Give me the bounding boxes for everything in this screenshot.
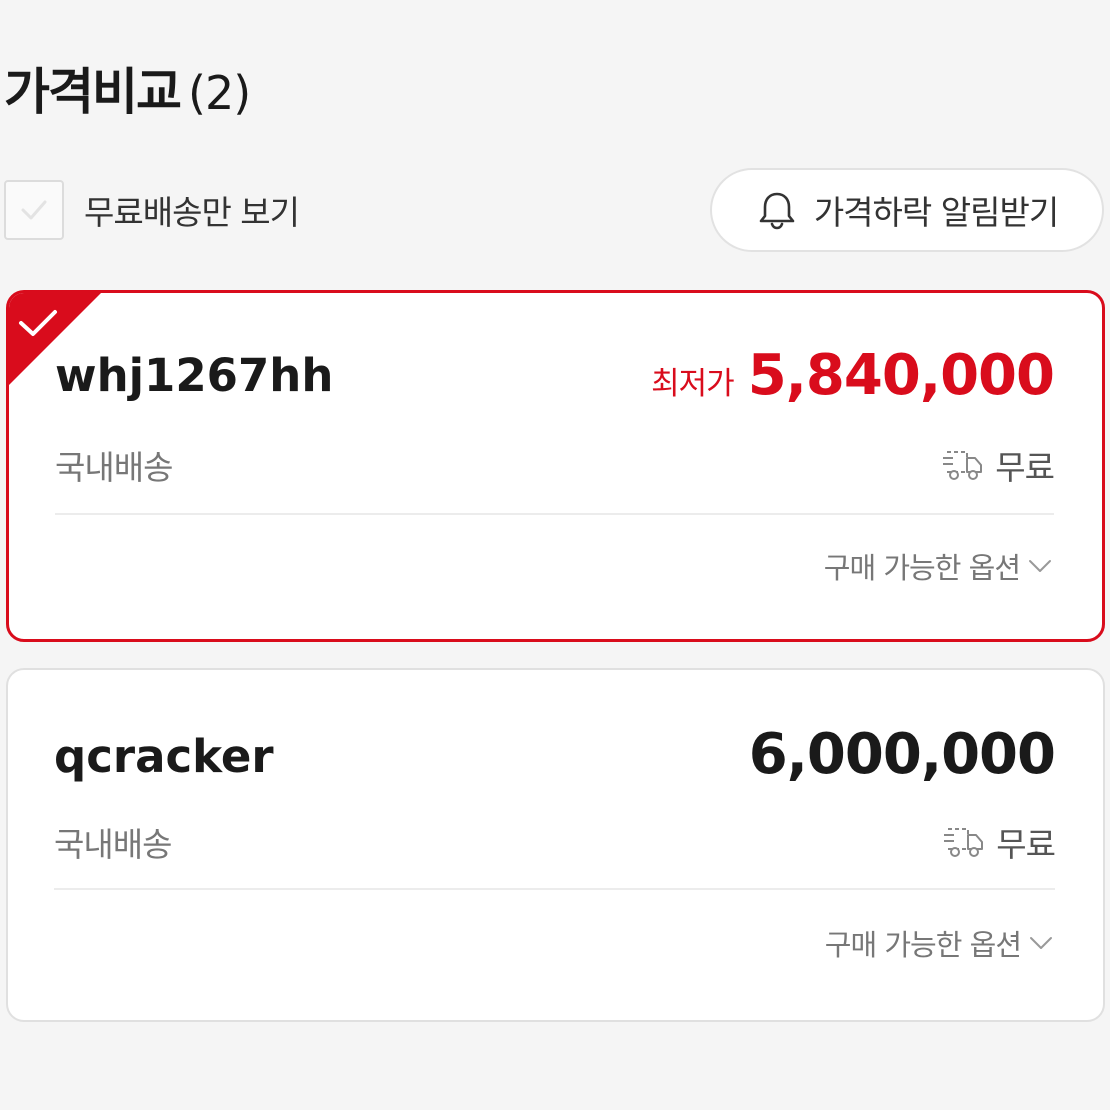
price-drop-alert-label: 가격하락 알림받기 — [813, 193, 1059, 232]
price-value: 5,840,000 — [747, 343, 1055, 408]
shipping-type: 국내배송 — [55, 448, 173, 487]
price-group: 최저가 5,840,000 — [651, 343, 1055, 408]
truck-icon — [942, 825, 986, 859]
title-text: 가격비교 — [4, 63, 182, 121]
filter-row: 무료배송만 보기 가격하락 알림받기 — [4, 168, 1106, 254]
shipping-fee: 무료 — [941, 441, 1055, 489]
lowest-price-label: 최저가 — [651, 366, 735, 402]
divider — [55, 513, 1054, 515]
seller-name[interactable]: whj1267hh — [55, 349, 333, 402]
seller-name[interactable]: qcracker — [54, 730, 274, 783]
price-drop-alert-button[interactable]: 가격하락 알림받기 — [710, 168, 1104, 252]
free-shipping-filter[interactable]: 무료배송만 보기 — [4, 180, 300, 240]
price-value: 6,000,000 — [748, 722, 1056, 787]
truck-icon — [941, 448, 985, 482]
check-icon — [21, 200, 47, 220]
page-title: 가격비교 (2) — [4, 52, 251, 122]
price-group: 6,000,000 — [748, 722, 1056, 787]
chevron-down-icon — [1027, 929, 1055, 957]
divider — [54, 888, 1055, 890]
bell-icon — [756, 189, 798, 231]
shipping-fee: 무료 — [942, 818, 1056, 866]
free-shipping-label: 무료배송만 보기 — [84, 193, 300, 232]
offer-card[interactable]: qcracker 6,000,000 국내배송 무료 구매 가능한 옵션 — [6, 668, 1105, 1022]
price-compare-page: 가격비교 (2) 무료배송만 보기 가격하락 알림받기 whj1267hh 최저… — [0, 0, 1110, 1110]
free-shipping-checkbox[interactable] — [4, 180, 64, 240]
shipping-fee-label: 무료 — [996, 825, 1056, 864]
shipping-fee-label: 무료 — [995, 448, 1055, 487]
available-options-toggle[interactable]: 구매 가능한 옵션 — [825, 922, 1055, 964]
available-options-label: 구매 가능한 옵션 — [824, 928, 1022, 962]
shipping-type: 국내배송 — [54, 825, 172, 864]
chevron-down-icon — [1026, 552, 1054, 580]
title-count: (2) — [188, 66, 251, 120]
available-options-label: 구매 가능한 옵션 — [823, 551, 1021, 585]
available-options-toggle[interactable]: 구매 가능한 옵션 — [824, 545, 1054, 587]
offer-card[interactable]: whj1267hh 최저가 5,840,000 국내배송 무료 구매 가능한 옵… — [6, 290, 1105, 642]
